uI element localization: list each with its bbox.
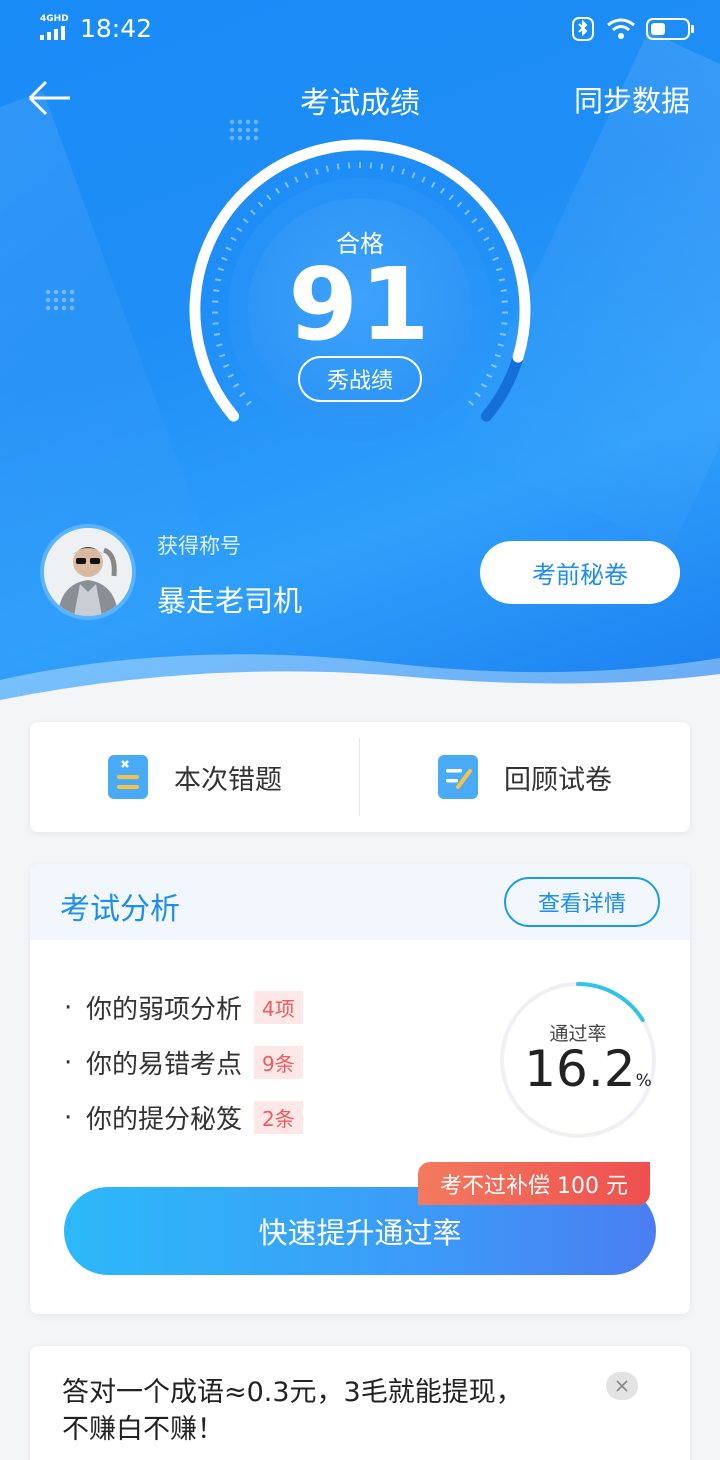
exam-actions-card: 本次错题 回顾试卷 — [30, 722, 690, 832]
ad-text: 答对一个成语≈0.3元，3毛就能提现， 不赚白不赚！ — [62, 1374, 602, 1448]
analysis-items: · 你的弱项分析 4项 · 你的易错考点 9条 · 你的提分秘笈 2条 — [64, 980, 303, 1145]
score-value: 91 — [288, 246, 432, 363]
wifi-icon — [607, 18, 635, 39]
close-icon — [616, 1380, 628, 1392]
pass-rate-number: 16.2 — [524, 1040, 636, 1098]
analysis-header: 考试分析 查看详情 — [30, 864, 690, 940]
ad-card[interactable]: 答对一个成语≈0.3元，3毛就能提现， 不赚白不赚！ — [30, 1346, 690, 1460]
gauge-tick — [325, 165, 330, 172]
count-tag: 2条 — [254, 1101, 303, 1134]
avatar[interactable] — [40, 524, 136, 620]
clock: 18:42 — [80, 14, 153, 43]
gauge-tick — [257, 201, 264, 208]
gauge-tick — [464, 209, 471, 216]
signal-icon — [40, 26, 65, 40]
gauge-tick — [380, 163, 384, 170]
count-tag: 9条 — [254, 1046, 303, 1079]
gauge-tick — [468, 400, 475, 406]
gauge-tick — [411, 172, 416, 179]
sync-data-button[interactable]: 同步数据 — [574, 78, 690, 120]
gauge-tick — [336, 163, 340, 170]
analysis-title: 考试分析 — [60, 892, 180, 927]
review-paper-button[interactable]: 回顾试卷 — [360, 722, 690, 832]
wrong-questions-button[interactable]: 本次错题 — [30, 722, 360, 832]
analysis-item-weak[interactable]: · 你的弱项分析 4项 — [64, 980, 303, 1035]
gauge-tick — [223, 363, 230, 368]
gauge-tick — [274, 187, 281, 194]
review-paper-label: 回顾试卷 — [504, 764, 612, 796]
gauge-tick — [486, 373, 493, 379]
honor-title: 暴走老司机 — [157, 584, 303, 618]
gauge-tick — [249, 209, 256, 216]
top-bar: 考试成绩 同步数据 — [0, 66, 720, 130]
share-score-button[interactable]: 秀战绩 — [298, 356, 422, 402]
gauge-tick — [314, 168, 319, 175]
wrong-questions-label: 本次错题 — [174, 764, 282, 796]
analysis-item-tips[interactable]: · 你的提分秘笈 2条 — [64, 1090, 303, 1145]
ad-text-line: 答对一个成语≈0.3元，3毛就能提现， — [62, 1377, 523, 1408]
gauge-tick — [227, 373, 234, 379]
view-details-button[interactable]: 查看详情 — [504, 877, 660, 927]
gauge-tick — [471, 218, 478, 224]
exam-analysis-card: 考试分析 查看详情 · 你的弱项分析 4项 · 你的易错考点 9条 · 你的提分… — [30, 864, 690, 1314]
close-ad-button[interactable] — [606, 1372, 638, 1400]
gauge-tick — [421, 176, 426, 183]
gauge-tick — [401, 168, 406, 175]
bluetooth-icon — [572, 17, 594, 41]
status-bar: 4GHD 18:42 — [0, 0, 720, 56]
analysis-item-label: 你的弱项分析 — [86, 995, 243, 1025]
gauge-tick — [304, 172, 309, 179]
analysis-item-label: 你的提分秘笈 — [86, 1105, 243, 1135]
gauge-tick — [448, 194, 454, 201]
gauge-tick — [474, 391, 481, 398]
network-label: 4GHD — [40, 14, 69, 24]
gauge-tick — [233, 382, 240, 388]
avatar-image — [44, 528, 132, 616]
analysis-item-label: 你的易错考点 — [86, 1050, 243, 1080]
ad-text-line: 不赚白不赚！ — [62, 1414, 224, 1445]
gauge-tick — [490, 363, 497, 368]
review-paper-icon — [438, 755, 478, 799]
pre-exam-secret-button[interactable]: 考前秘卷 — [480, 541, 680, 604]
gauge-tick — [439, 187, 446, 194]
analysis-item-error-prone[interactable]: · 你的易错考点 9条 — [64, 1035, 303, 1090]
gauge-tick — [480, 382, 487, 388]
gauge-tick — [390, 165, 395, 172]
pass-rate-value: 16.2% — [508, 1040, 668, 1098]
wave-divider — [0, 654, 720, 710]
gauge-tick — [456, 201, 463, 208]
compensation-badge: 考不过补偿 100 元 — [418, 1162, 650, 1205]
gauge-tick — [284, 181, 290, 188]
gauge-tick — [239, 391, 246, 398]
pass-rate-unit: % — [635, 1071, 652, 1091]
gauge-tick — [266, 194, 272, 201]
divider — [359, 738, 360, 816]
count-tag: 4项 — [254, 991, 303, 1024]
battery-icon — [646, 18, 694, 40]
honor-label: 获得称号 — [157, 534, 241, 558]
wrong-list-icon — [108, 755, 148, 799]
gauge-tick — [294, 176, 299, 183]
gauge-tick — [430, 181, 436, 188]
gauge-tick — [245, 400, 252, 406]
gauge-tick — [242, 218, 249, 224]
